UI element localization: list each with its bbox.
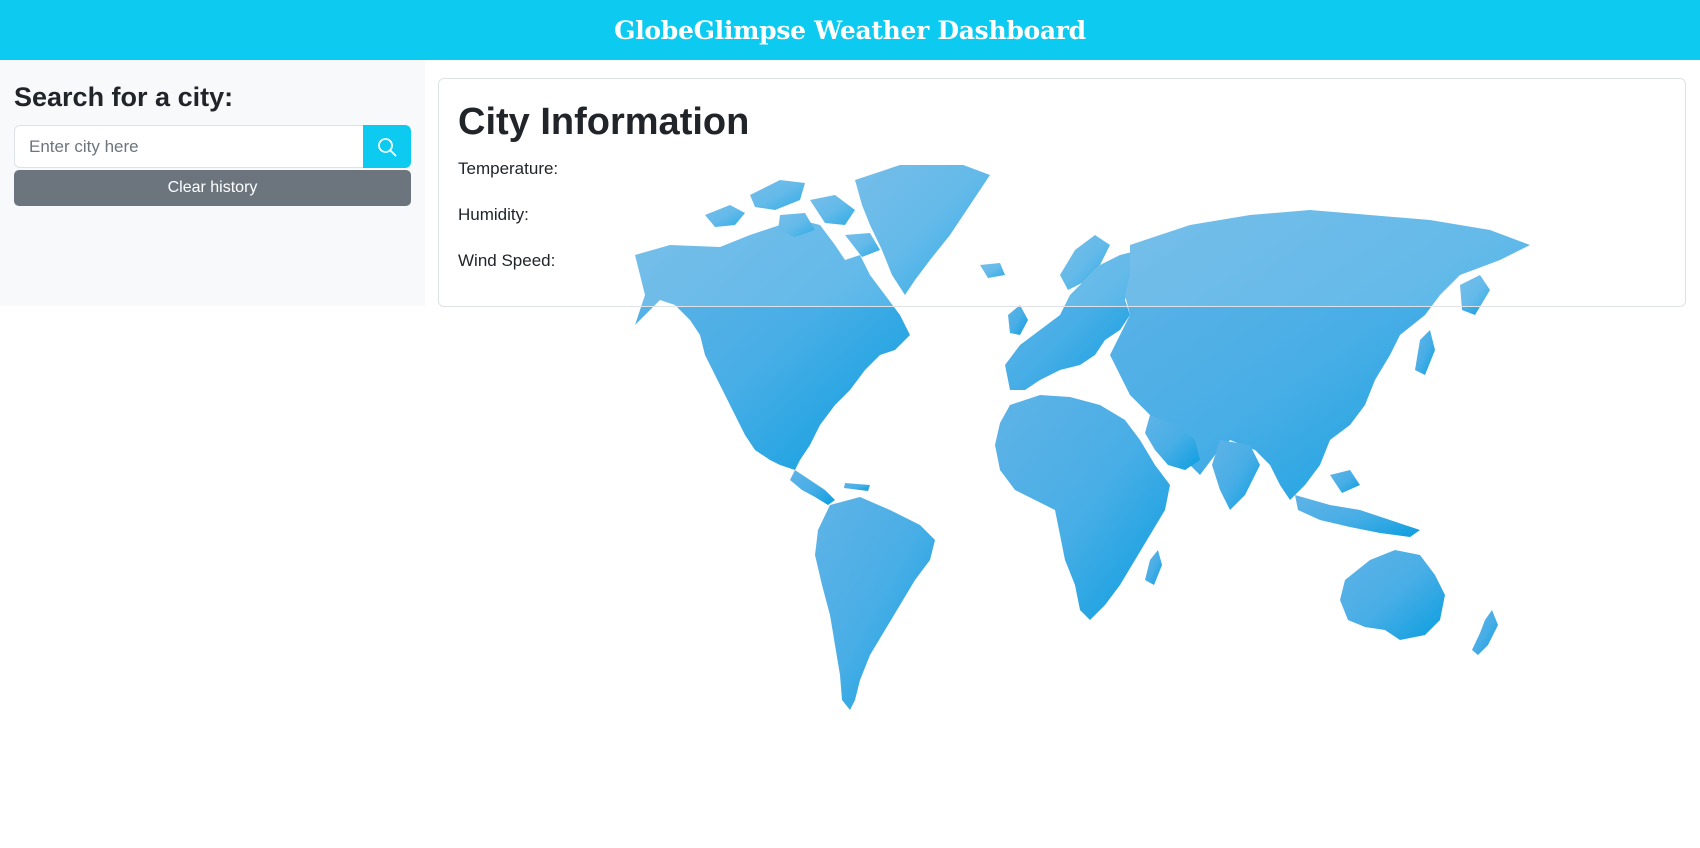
app-title: GlobeGlimpse Weather Dashboard (614, 15, 1086, 45)
search-heading: Search for a city: (14, 82, 234, 112)
search-input[interactable] (14, 125, 363, 168)
search-button[interactable] (363, 125, 411, 168)
temperature-label: Temperature: (458, 159, 559, 178)
search-icon (378, 137, 397, 156)
search-group (14, 125, 411, 168)
wind-speed-row: Wind Speed: (458, 249, 1666, 273)
temperature-row: Temperature: (458, 157, 1666, 181)
city-info-title: City Information (458, 101, 750, 143)
humidity-label: Humidity: (458, 205, 529, 224)
app-header: GlobeGlimpse Weather Dashboard (0, 0, 1700, 60)
search-sidebar: Search for a city: Clear history (0, 60, 425, 306)
city-info-card: City Information Temperature: Humidity: … (438, 78, 1686, 307)
humidity-row: Humidity: (458, 203, 1666, 227)
clear-history-button[interactable]: Clear history (14, 170, 411, 206)
wind-speed-label: Wind Speed: (458, 251, 556, 270)
